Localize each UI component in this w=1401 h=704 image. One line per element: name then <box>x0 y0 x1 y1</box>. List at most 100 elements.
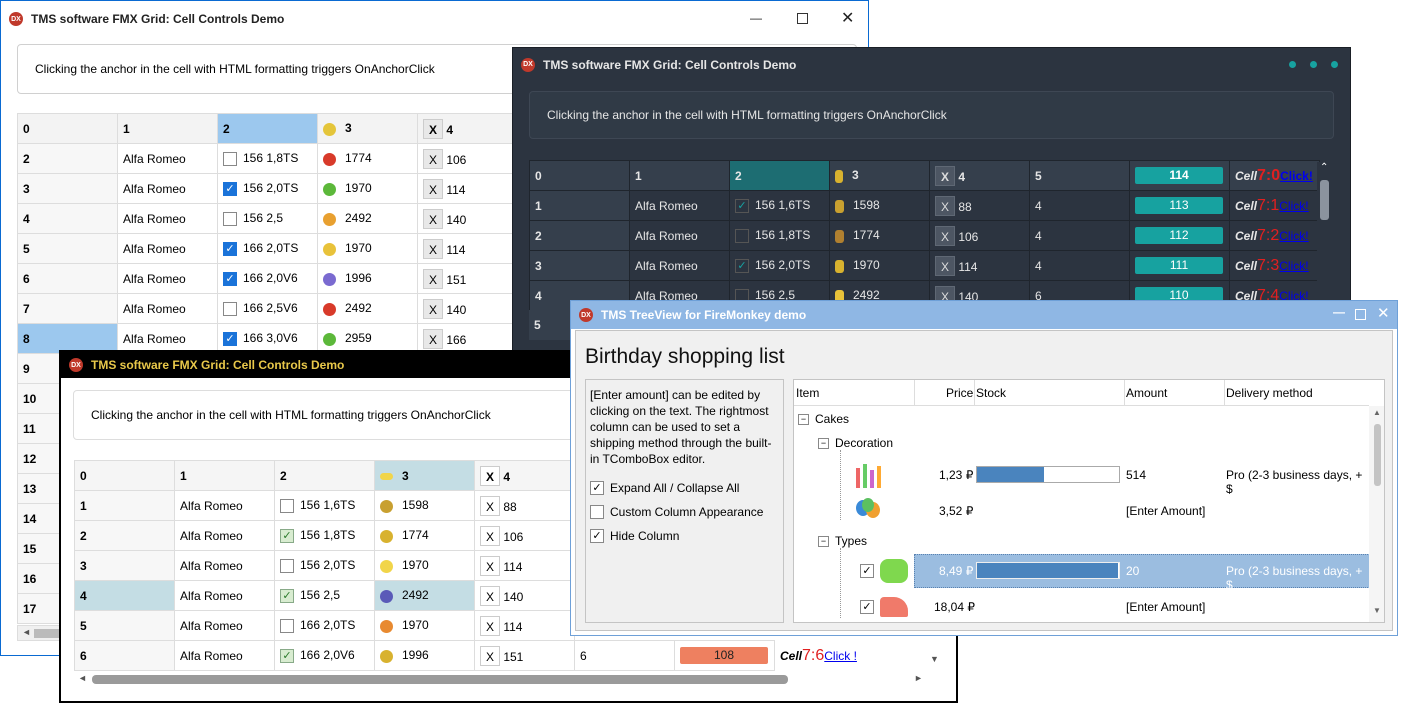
header-cell[interactable]: 2 <box>274 460 375 491</box>
button-cell[interactable]: X 88 <box>474 490 575 521</box>
x-button[interactable]: X <box>423 328 443 349</box>
button-cell[interactable]: X 106 <box>474 520 575 551</box>
checkbox[interactable]: ✓ <box>590 481 604 495</box>
row-checkbox[interactable]: ✓ <box>735 258 749 273</box>
click-link[interactable]: Click! <box>1279 229 1308 243</box>
click-link[interactable]: Click! <box>1279 259 1308 273</box>
scroll-left-icon[interactable]: ◄ <box>22 627 31 637</box>
x-button[interactable]: X <box>423 208 443 229</box>
column-item[interactable]: Item <box>796 386 819 400</box>
header-cell[interactable]: 1 <box>174 460 275 491</box>
checkbox[interactable]: ✓ <box>590 529 604 543</box>
button-cell[interactable]: X 114 <box>417 233 513 264</box>
table-row[interactable]: 17 <box>17 593 63 624</box>
row-header[interactable]: 14 <box>17 503 63 534</box>
button-cell[interactable]: X 140 <box>417 293 513 324</box>
horizontal-scrollbar[interactable]: ◄ <box>17 625 63 641</box>
button-cell[interactable]: X 151 <box>417 263 513 294</box>
html-cell[interactable]: Cell7:1Click! <box>1229 190 1320 221</box>
table-row[interactable]: 11 <box>17 413 63 444</box>
table-row[interactable]: 2 Alfa Romeo 156 1,8TS 1774 X 106 4 112 Cell7:2… <box>529 220 1320 251</box>
minimize-icon[interactable]: — <box>1333 305 1345 319</box>
checkbox-cell[interactable]: 156 2,0TS <box>274 550 375 581</box>
table-row[interactable]: 3 Alfa Romeo ✓ 156 2,0TS 1970 X 114 <box>17 173 513 204</box>
click-link[interactable]: Click! <box>1279 199 1308 213</box>
row-checkbox[interactable]: ✓ <box>223 241 237 256</box>
header-cell[interactable]: 2 <box>729 160 830 191</box>
row-header[interactable]: 3 <box>529 250 630 281</box>
row-checkbox[interactable] <box>223 301 237 316</box>
table-row[interactable]: 6 Alfa Romeo ✓ 166 2,0V6 1996 X 151 <box>17 263 513 294</box>
row-checkbox[interactable]: ✓ <box>860 600 874 614</box>
close-icon[interactable]: ✕ <box>1377 304 1390 322</box>
table-row[interactable]: 12 <box>17 443 63 474</box>
x-button[interactable]: X <box>935 195 955 216</box>
html-cell[interactable]: Cell7:2Click! <box>1229 220 1320 251</box>
html-cell[interactable]: Cell7:6Click ! <box>775 641 935 671</box>
header-cell[interactable]: 0 <box>74 460 175 491</box>
x-button[interactable]: X <box>480 615 500 636</box>
scroll-up-icon[interactable]: ⌃ <box>1320 162 1328 173</box>
scroll-thumb[interactable] <box>1320 180 1329 220</box>
x-button[interactable]: X <box>480 645 500 666</box>
header-cell[interactable]: 3 <box>829 160 930 191</box>
checkbox-cell[interactable]: 156 1,6TS <box>274 490 375 521</box>
x-button[interactable]: X <box>480 525 500 546</box>
row-checkbox[interactable]: ✓ <box>860 564 874 578</box>
minimize-icon[interactable]: — <box>750 11 764 25</box>
checkbox-cell[interactable]: 166 2,0TS <box>274 610 375 641</box>
row-header[interactable]: 1 <box>74 490 175 521</box>
row-header[interactable]: 7 <box>17 293 118 324</box>
x-button[interactable]: X <box>480 495 500 516</box>
header-cell[interactable]: 3 <box>317 113 418 144</box>
option-checkbox[interactable]: ✓ Hide Column <box>590 524 763 548</box>
horizontal-scrollbar[interactable]: ◄ ► <box>74 672 934 686</box>
tree-row[interactable]: 3,52 ₽ [Enter Amount] <box>794 496 1369 526</box>
scroll-thumb[interactable] <box>34 629 62 638</box>
header-cell[interactable]: 2 <box>217 113 318 144</box>
collapse-icon[interactable]: − <box>798 413 809 425</box>
table-row[interactable]: 8 Alfa Romeo ✓ 166 3,0V6 2959 X 166 <box>17 323 513 354</box>
table-row[interactable]: 2 Alfa Romeo 156 1,8TS 1774 X 106 <box>17 143 513 174</box>
option-checkbox[interactable]: Custom Column Appearance <box>590 500 763 524</box>
column-stock[interactable]: Stock <box>976 386 1006 400</box>
header-cell[interactable]: 0 <box>529 160 630 191</box>
scroll-down-icon[interactable]: ▼ <box>930 654 939 664</box>
table-row[interactable]: 15 <box>17 533 63 564</box>
row-header[interactable]: 6 <box>74 640 175 671</box>
checkbox-cell[interactable]: ✓ 166 3,0V6 <box>217 323 318 354</box>
row-checkbox[interactable] <box>223 151 237 166</box>
checkbox-cell[interactable]: ✓ 156 1,6TS <box>729 190 830 221</box>
header-cell[interactable]: 114 <box>1129 160 1230 191</box>
column-amount[interactable]: Amount <box>1126 386 1167 400</box>
checkbox-cell[interactable]: ✓ 156 2,5 <box>274 580 375 611</box>
option-checkbox[interactable]: ✓ Expand All / Collapse All <box>590 476 763 500</box>
row-checkbox[interactable] <box>735 228 749 243</box>
table-row[interactable]: 5 Alfa Romeo ✓ 166 2,0TS 1970 X 114 <box>17 233 513 264</box>
x-button[interactable]: X <box>935 225 955 246</box>
title-bar[interactable]: DX TMS software FMX Grid: Cell Controls … <box>513 48 1350 81</box>
scroll-thumb[interactable] <box>1374 424 1381 486</box>
row-header[interactable]: 10 <box>17 383 63 414</box>
x-button[interactable]: X <box>423 298 443 319</box>
checkbox-cell[interactable]: ✓ 166 2,0V6 <box>274 640 375 671</box>
table-row[interactable]: 10 <box>17 383 63 414</box>
maximize-icon[interactable] <box>1355 309 1366 320</box>
row-header[interactable]: 4 <box>74 580 175 611</box>
tree-group-decoration[interactable]: − Decoration <box>818 436 893 450</box>
table-row[interactable]: 16 <box>17 563 63 594</box>
column-price[interactable]: Price <box>946 386 973 400</box>
table-row[interactable]: 3 Alfa Romeo ✓ 156 2,0TS 1970 X 114 4 111 Cell7:… <box>529 250 1320 281</box>
header-cell[interactable]: 3 <box>374 460 475 491</box>
window-dots-icon[interactable] <box>1289 61 1338 68</box>
checkbox-cell[interactable]: 156 1,8TS <box>217 143 318 174</box>
close-icon[interactable]: ✕ <box>841 8 854 28</box>
row-header[interactable]: 6 <box>17 263 118 294</box>
scroll-thumb[interactable] <box>92 675 788 684</box>
click-link[interactable]: Click! <box>1280 169 1313 183</box>
collapse-icon[interactable]: − <box>818 437 829 449</box>
header-cell[interactable]: 1 <box>629 160 730 191</box>
row-checkbox[interactable]: ✓ <box>280 648 294 663</box>
row-header[interactable]: 17 <box>17 593 63 624</box>
checkbox-cell[interactable]: ✓ 156 2,0TS <box>217 173 318 204</box>
